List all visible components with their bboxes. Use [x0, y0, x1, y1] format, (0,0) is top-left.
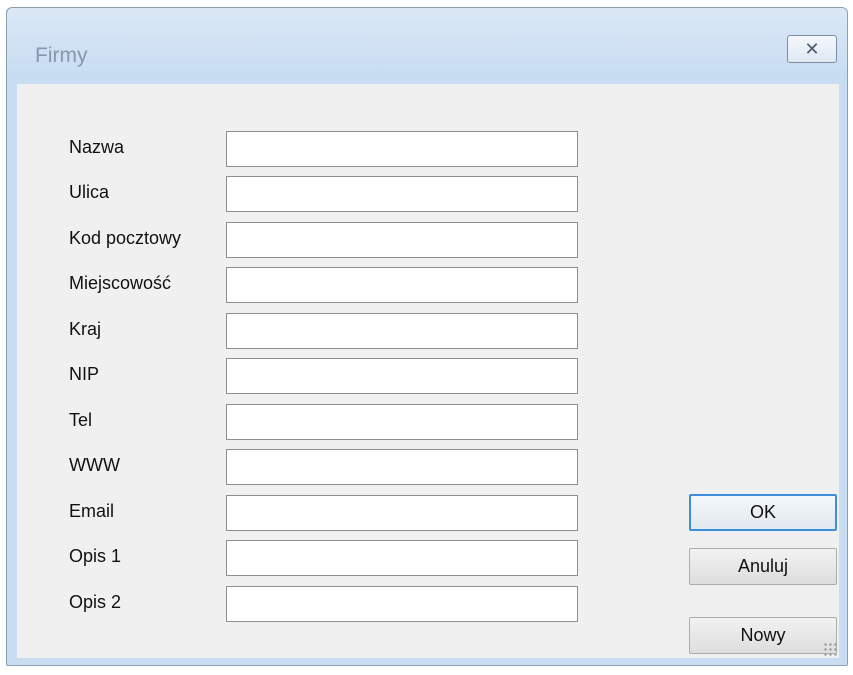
label-kraj: Kraj: [69, 319, 102, 339]
label-opis-1: Opis 1: [69, 546, 122, 566]
label-opis-2: Opis 2: [69, 592, 122, 612]
miejscowosc-field[interactable]: [226, 267, 578, 303]
label-email: Email: [69, 501, 115, 521]
opis-2-field[interactable]: [226, 586, 578, 622]
opis-1-field[interactable]: [226, 540, 578, 576]
label-nazwa: Nazwa: [69, 137, 125, 157]
label-kod-pocztowy: Kod pocztowy: [69, 228, 182, 248]
label-ulica: Ulica: [69, 182, 110, 202]
nip-field[interactable]: [226, 358, 578, 394]
dialog-window: Firmy ✕ Nazwa Ulica Kod pocztowy Miejsco…: [6, 7, 848, 666]
label-tel: Tel: [69, 410, 93, 430]
new-button[interactable]: Nowy: [689, 617, 837, 654]
label-miejscowosc: Miejscowość: [69, 273, 172, 293]
kod-pocztowy-field[interactable]: [226, 222, 578, 258]
email-field[interactable]: [226, 495, 578, 531]
nazwa-field[interactable]: [226, 131, 578, 167]
cancel-button[interactable]: Anuluj: [689, 548, 837, 585]
ulica-field[interactable]: [226, 176, 578, 212]
www-field[interactable]: [226, 449, 578, 485]
resize-grip[interactable]: [823, 642, 837, 656]
ok-button[interactable]: OK: [689, 494, 837, 531]
kraj-field[interactable]: [226, 313, 578, 349]
close-icon: ✕: [804, 38, 820, 59]
tel-field[interactable]: [226, 404, 578, 440]
title-bar[interactable]: Firmy ✕: [7, 8, 847, 76]
close-button[interactable]: ✕: [787, 35, 837, 63]
form-panel: Nazwa Ulica Kod pocztowy Miejscowość Kra…: [17, 84, 839, 658]
label-nip: NIP: [69, 364, 100, 384]
window-title: Firmy: [35, 44, 88, 67]
label-www: WWW: [69, 455, 120, 475]
